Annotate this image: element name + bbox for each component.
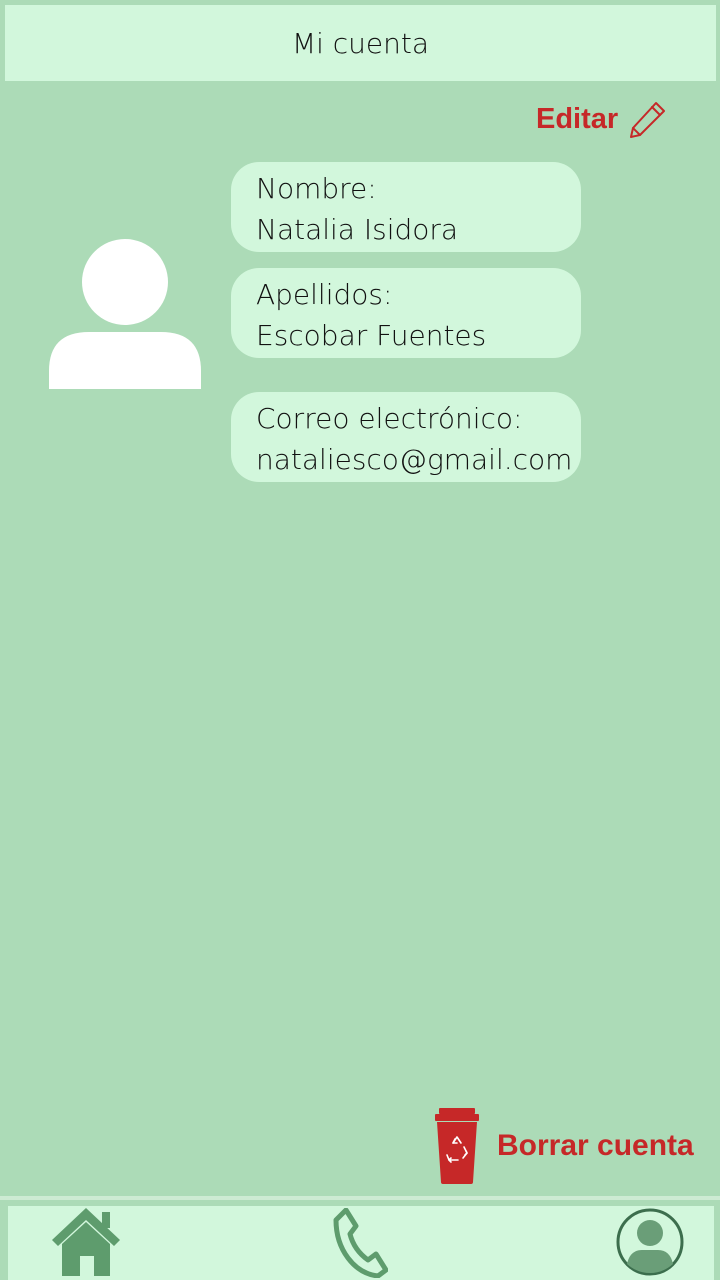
nav-phone-button[interactable] xyxy=(332,1208,388,1278)
delete-account-label: Borrar cuenta xyxy=(497,1129,694,1162)
user-circle-icon xyxy=(616,1208,684,1276)
email-field: Correo electrónico: nataliesco@gmail.com xyxy=(231,392,581,482)
pencil-icon xyxy=(628,99,668,139)
nav-home-button[interactable] xyxy=(50,1206,122,1276)
avatar xyxy=(49,237,201,389)
nav-profile-button[interactable] xyxy=(614,1206,686,1278)
name-label: Nombre: xyxy=(256,172,377,205)
trash-icon xyxy=(433,1106,481,1186)
delete-account-button[interactable]: Borrar cuenta xyxy=(433,1106,694,1186)
phone-icon xyxy=(333,1208,388,1278)
surname-label: Apellidos: xyxy=(256,278,393,311)
edit-button[interactable]: Editar xyxy=(536,96,668,142)
top-bar: Mi cuenta xyxy=(5,5,716,81)
page-title: Mi cuenta xyxy=(291,26,430,60)
surname-value: Escobar Fuentes xyxy=(256,319,487,352)
bottom-nav xyxy=(8,1206,714,1280)
name-value: Natalia Isidora xyxy=(256,213,459,246)
email-value: nataliesco@gmail.com xyxy=(256,443,573,476)
surname-field: Apellidos: Escobar Fuentes xyxy=(231,268,581,358)
name-field: Nombre: Natalia Isidora xyxy=(231,162,581,252)
bottom-divider xyxy=(0,1196,720,1200)
email-label: Correo electrónico: xyxy=(256,402,523,435)
edit-label: Editar xyxy=(536,102,619,135)
home-icon xyxy=(52,1208,120,1276)
